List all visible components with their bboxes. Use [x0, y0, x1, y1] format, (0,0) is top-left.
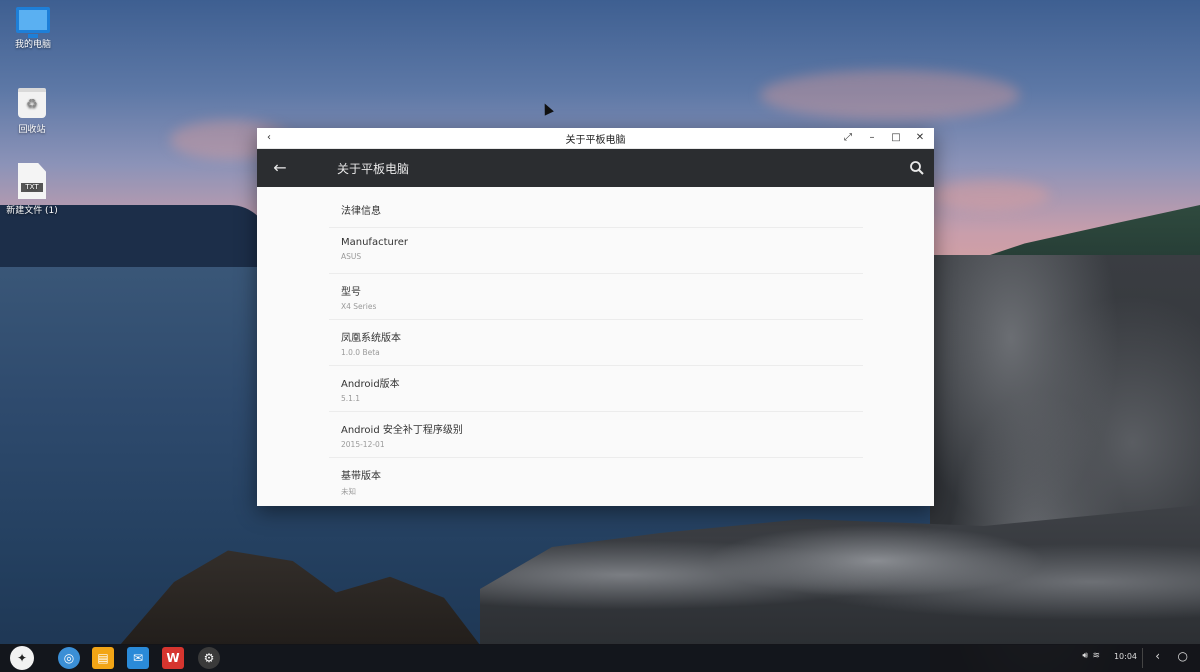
wallpaper-cloud [760, 70, 1020, 120]
settings-item-model[interactable]: 型号 X4 Series [329, 274, 863, 320]
desktop-icon-new-file[interactable]: 新建文件 (1) [0, 163, 67, 216]
clock[interactable]: 10:04 [1114, 652, 1137, 661]
page-title: 关于平板电脑 [337, 162, 410, 176]
window-title: 关于平板电脑 [565, 135, 626, 146]
monitor-icon [16, 7, 50, 38]
settings-item-value: 1.0.0 Beta [341, 348, 380, 357]
mail-icon[interactable]: ✉ [127, 647, 149, 669]
volume-icon[interactable]: 🔊︎ [1082, 651, 1088, 661]
settings-item-system-version[interactable]: 凤凰系统版本 1.0.0 Beta [329, 320, 863, 366]
settings-item-value: 5.1.1 [341, 394, 361, 403]
settings-item-manufacturer[interactable]: Manufacturer ASUS [329, 228, 863, 274]
window-titlebar[interactable]: ‹ 关于平板电脑 ⤢ – □ ✕ [257, 128, 934, 149]
search-icon[interactable] [908, 159, 926, 177]
close-button[interactable]: ✕ [912, 130, 928, 146]
phoenix-logo-icon[interactable]: ✦ [10, 646, 34, 670]
gear-icon[interactable]: ⚙ [198, 647, 220, 669]
settings-item-label: Android版本 [341, 379, 400, 390]
maximize-button[interactable]: □ [888, 130, 904, 146]
about-tablet-window: ‹ 关于平板电脑 ⤢ – □ ✕ ← 关于平板电脑 法律信息 Manufactu… [257, 128, 934, 506]
nav-back-button[interactable]: ‹ [1155, 649, 1160, 663]
settings-item-label: Android 安全补丁程序级别 [341, 425, 463, 436]
tray-divider [1142, 648, 1143, 668]
wallpaper-cloud [930, 180, 1050, 210]
settings-item-legal[interactable]: 法律信息 [329, 188, 863, 228]
minimize-button[interactable]: – [864, 130, 880, 146]
system-tray: 🔊︎ ≋ 10:04 ‹ ○ [1068, 644, 1200, 672]
desktop-icon-recycle-bin[interactable]: 回收站 [0, 88, 67, 135]
fullscreen-button[interactable]: ⤢ [840, 130, 856, 146]
settings-item-value: 2015-12-01 [341, 440, 385, 449]
trash-icon [18, 88, 46, 118]
settings-item-label: Manufacturer [341, 237, 408, 248]
settings-item-value: ASUS [341, 252, 362, 261]
app-bar: ← 关于平板电脑 [257, 149, 934, 187]
settings-item-label: 法律信息 [341, 206, 381, 217]
wifi-icon[interactable]: ≋ [1092, 651, 1100, 661]
back-arrow-icon[interactable]: ← [269, 157, 291, 179]
settings-item-label: 型号 [341, 287, 361, 298]
desktop-icon-my-computer[interactable]: 我的电脑 [0, 7, 68, 50]
folder-icon[interactable]: ▤ [92, 647, 114, 669]
settings-item-label: 凤凰系统版本 [341, 333, 401, 344]
taskbar: ✦ ◎ ▤ ✉ W ⚙ 🔊︎ ≋ 10:04 ‹ ○ [0, 644, 1200, 672]
text-file-icon [18, 163, 46, 199]
settings-item-security-patch[interactable]: Android 安全补丁程序级别 2015-12-01 [329, 412, 863, 458]
desktop-icon-label: 新建文件 (1) [6, 206, 58, 216]
nav-home-button[interactable]: ○ [1178, 649, 1188, 663]
desktop-icon-label: 回收站 [18, 125, 46, 135]
wps-icon[interactable]: W [162, 647, 184, 669]
settings-list: 法律信息 Manufacturer ASUS 型号 X4 Series 凤凰系统… [329, 188, 863, 504]
settings-item-baseband[interactable]: 基带版本 未知 [329, 458, 863, 504]
settings-item-value: X4 Series [341, 302, 377, 311]
settings-item-label: 基带版本 [341, 471, 381, 482]
settings-item-value: 未知 [341, 487, 356, 496]
desktop-icon-label: 我的电脑 [14, 40, 51, 50]
settings-item-android-version[interactable]: Android版本 5.1.1 [329, 366, 863, 412]
globe-icon[interactable]: ◎ [58, 647, 80, 669]
